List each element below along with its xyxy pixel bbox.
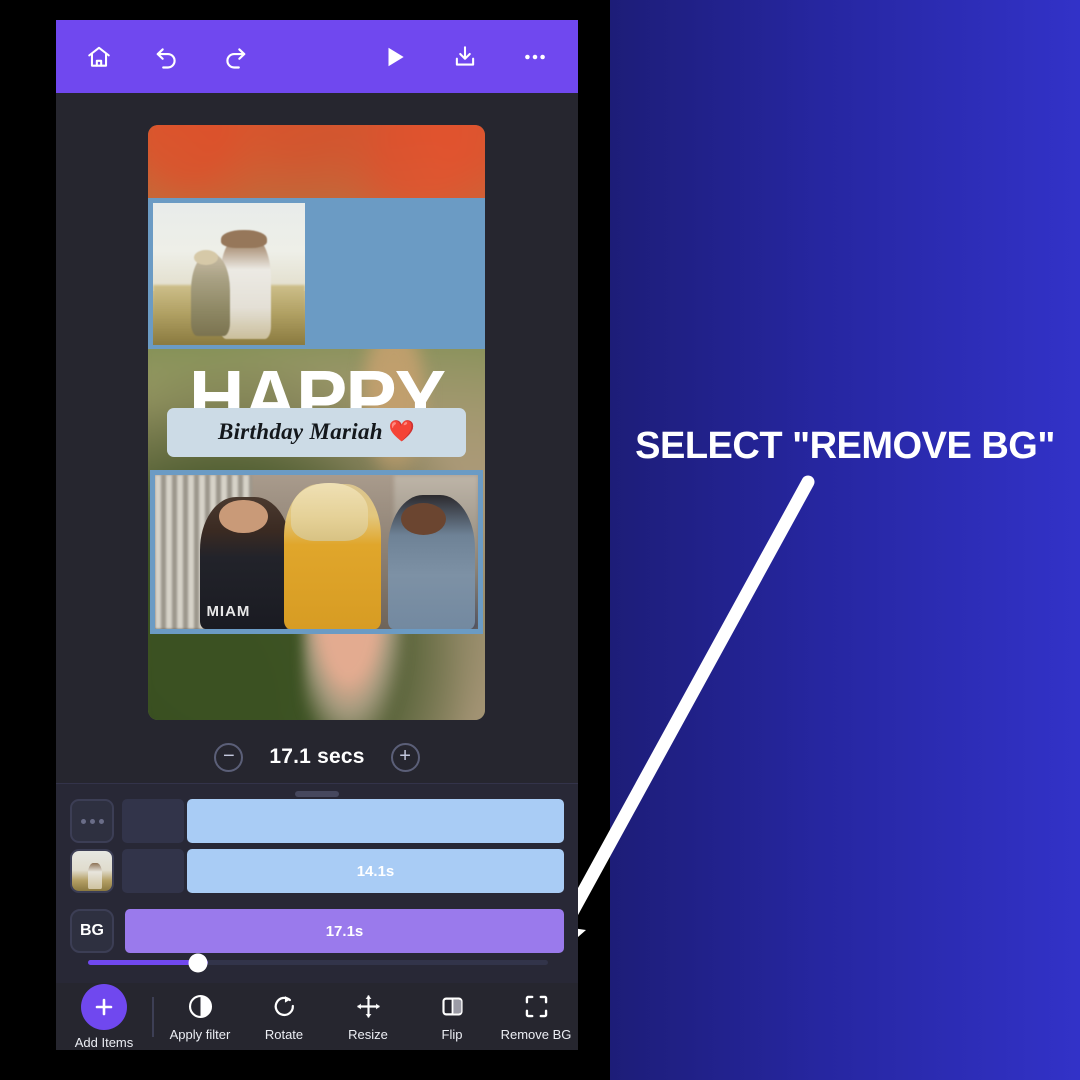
flip-icon	[439, 992, 466, 1022]
table-row[interactable]: 14.1s	[70, 848, 564, 894]
track-clip-bar[interactable]	[187, 799, 564, 843]
table-row[interactable]	[70, 798, 564, 844]
tool-label: Add Items	[74, 1034, 134, 1050]
scrollbar-handle[interactable]	[188, 953, 208, 972]
heart-icon: ❤️	[388, 420, 416, 444]
remove-bg-button[interactable]: Remove BG	[494, 992, 578, 1042]
flip-button[interactable]: Flip	[410, 992, 494, 1042]
tool-label: Resize	[348, 1026, 388, 1042]
editor-toolbar: Add Items Apply filter Rotate Resize Fli…	[56, 983, 578, 1050]
add-items-button[interactable]: Add Items	[56, 983, 152, 1050]
tool-label: Rotate	[264, 1026, 304, 1042]
friends-photo-frame[interactable]: MIAM	[149, 470, 484, 634]
toolbar-divider	[152, 996, 154, 1037]
tool-label: Apply filter	[169, 1026, 231, 1042]
blue-photo-panel[interactable]	[148, 198, 485, 350]
photo-person-right-face	[400, 502, 446, 535]
screenshot-root: SELECT "REMOVE BG" HAPPY Birthday Mariah…	[0, 0, 1080, 1080]
resize-icon	[355, 992, 382, 1022]
track-gap	[122, 799, 184, 843]
duration-increase-button[interactable]: +	[390, 742, 420, 772]
redo-icon[interactable]	[214, 36, 256, 78]
contrast-icon	[187, 992, 214, 1022]
app-top-toolbar	[56, 20, 578, 93]
duration-control: − 17.1 secs +	[56, 733, 578, 781]
photo-person-left-face	[219, 499, 268, 534]
timeline-panel: 14.1s BG 17.1s	[56, 783, 578, 983]
rotate-button[interactable]: Rotate	[242, 992, 326, 1042]
dots-icon	[80, 818, 104, 824]
duration-value: 17.1 secs	[269, 745, 365, 768]
table-row[interactable]: BG 17.1s	[70, 908, 564, 954]
resize-button[interactable]: Resize	[326, 992, 410, 1042]
design-canvas[interactable]: HAPPY Birthday Mariah ❤️ MIAM	[148, 125, 485, 720]
photo-mother-and-child[interactable]	[153, 202, 305, 345]
tool-label: Flip	[441, 1026, 463, 1042]
thumbnail-image	[72, 851, 112, 891]
home-icon[interactable]	[78, 36, 120, 78]
duration-decrease-button[interactable]: −	[214, 742, 244, 772]
phone-screenshot: HAPPY Birthday Mariah ❤️ MIAM − 17.1 sec…	[56, 20, 578, 1050]
photo-shirt-text: MIAM	[206, 602, 251, 620]
track-thumbnail-photo[interactable]	[70, 849, 114, 893]
apply-filter-button[interactable]: Apply filter	[158, 992, 242, 1042]
download-icon[interactable]	[444, 36, 486, 78]
banner-text: Birthday Mariah	[217, 419, 383, 445]
track-gap	[122, 849, 184, 893]
rotate-icon	[271, 992, 298, 1022]
script-banner[interactable]: Birthday Mariah ❤️	[166, 407, 467, 457]
track-background-bar[interactable]: 17.1s	[125, 909, 564, 953]
timeline-drag-handle[interactable]	[295, 791, 339, 797]
photo-hat	[221, 229, 267, 249]
track-label-bg[interactable]: BG	[70, 909, 114, 953]
timeline-scrollbar[interactable]	[88, 953, 548, 972]
preview-stage: HAPPY Birthday Mariah ❤️ MIAM − 17.1 sec…	[56, 93, 578, 783]
track-clip-bar[interactable]: 14.1s	[187, 849, 564, 893]
play-icon[interactable]	[374, 36, 416, 78]
tool-label: Remove BG	[500, 1026, 572, 1042]
track-thumbnail-dots[interactable]	[70, 799, 114, 843]
photo-person-center-hair	[290, 482, 369, 542]
more-icon[interactable]	[514, 36, 556, 78]
photo-child-figure	[190, 253, 231, 337]
plus-icon	[81, 983, 127, 1030]
undo-icon[interactable]	[146, 36, 188, 78]
photo-three-friends: MIAM	[154, 475, 479, 629]
remove-bg-icon	[523, 992, 550, 1022]
